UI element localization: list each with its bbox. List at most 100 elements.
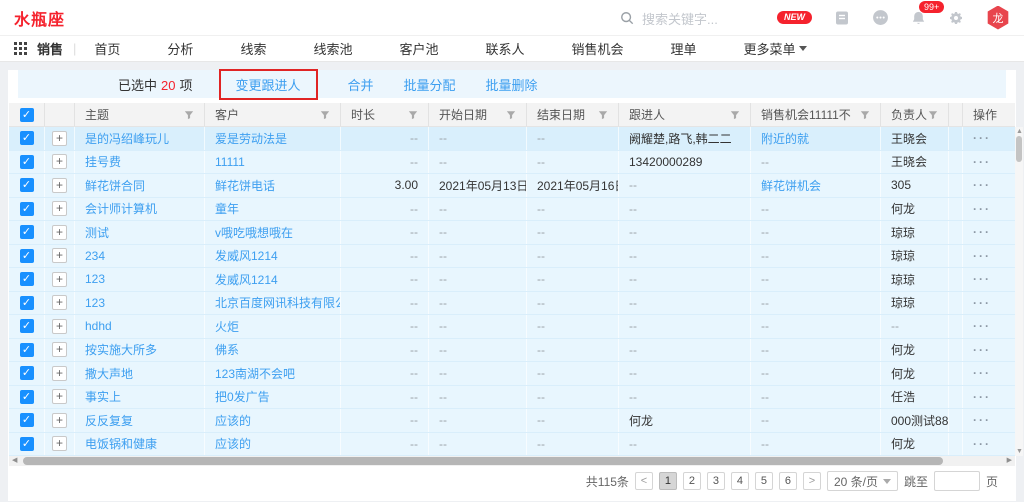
row-checkbox[interactable]: ✓ — [20, 319, 34, 333]
apps-grid-icon[interactable] — [14, 42, 27, 55]
subject-link[interactable]: 电饭锅和健康 — [85, 435, 157, 452]
filter-icon[interactable] — [408, 110, 418, 120]
scroll-left-icon[interactable]: ◀ — [12, 457, 17, 465]
filter-icon[interactable] — [928, 110, 938, 120]
row-actions-button[interactable]: ··· — [973, 390, 991, 404]
chat-icon[interactable] — [872, 9, 889, 26]
row-checkbox[interactable]: ✓ — [20, 202, 34, 216]
opportunity-link[interactable]: 附近的就 — [761, 130, 809, 147]
bell-icon[interactable]: 99+ — [911, 10, 926, 26]
page-button-3[interactable]: 3 — [707, 472, 725, 490]
row-actions-button[interactable]: ··· — [973, 155, 991, 169]
customer-link[interactable]: 佛系 — [215, 341, 239, 358]
row-checkbox[interactable]: ✓ — [20, 249, 34, 263]
subject-link[interactable]: hdhd — [85, 319, 112, 333]
global-search[interactable]: 搜索关键字... — [620, 0, 718, 36]
subject-link[interactable]: 123 — [85, 296, 105, 310]
filter-icon[interactable] — [598, 110, 608, 120]
row-checkbox[interactable]: ✓ — [20, 296, 34, 310]
scroll-right-icon[interactable]: ▶ — [1007, 457, 1012, 465]
row-checkbox[interactable]: ✓ — [20, 178, 34, 192]
row-checkbox[interactable]: ✓ — [20, 272, 34, 286]
subject-link[interactable]: 事实上 — [85, 388, 121, 405]
batch-assign-button[interactable]: 批量分配 — [404, 75, 456, 94]
row-actions-button[interactable]: ··· — [973, 296, 991, 310]
filter-icon[interactable] — [184, 110, 194, 120]
merge-button[interactable]: 合并 — [348, 75, 374, 94]
row-actions-button[interactable]: ··· — [973, 343, 991, 357]
scroll-down-icon[interactable]: ▼ — [1016, 448, 1023, 455]
search-input[interactable]: 搜索关键字... — [642, 9, 718, 28]
change-follower-button[interactable]: 变更跟进人 — [219, 69, 318, 100]
page-button-5[interactable]: 5 — [755, 472, 773, 490]
page-button-4[interactable]: 4 — [731, 472, 749, 490]
expand-row-button[interactable]: + — [52, 389, 67, 404]
column-header-end[interactable]: 结束日期 — [527, 103, 619, 126]
nav-item-7[interactable]: 理单 — [671, 39, 697, 58]
subject-link[interactable]: 测试 — [85, 224, 109, 241]
expand-row-button[interactable]: + — [52, 201, 67, 216]
nav-item-6[interactable]: 销售机会 — [572, 39, 624, 58]
nav-item-2[interactable]: 线索 — [240, 39, 266, 58]
column-header-subject[interactable]: 主题 — [75, 103, 205, 126]
row-checkbox[interactable]: ✓ — [20, 413, 34, 427]
filter-icon[interactable] — [860, 110, 870, 120]
row-actions-button[interactable]: ··· — [973, 225, 991, 239]
row-actions-button[interactable]: ··· — [973, 131, 991, 145]
row-checkbox[interactable]: ✓ — [20, 390, 34, 404]
row-actions-button[interactable]: ··· — [973, 202, 991, 216]
vertical-scrollbar[interactable]: ▲ ▼ — [1015, 127, 1023, 456]
column-header-customer[interactable]: 客户 — [205, 103, 341, 126]
expand-row-button[interactable]: + — [52, 154, 67, 169]
expand-row-button[interactable]: + — [52, 366, 67, 381]
row-actions-button[interactable]: ··· — [973, 437, 991, 451]
customer-link[interactable]: 把0发广告 — [215, 388, 270, 405]
column-header-duration[interactable]: 时长 — [341, 103, 429, 126]
page-button-6[interactable]: 6 — [779, 472, 797, 490]
filter-icon[interactable] — [506, 110, 516, 120]
nav-item-3[interactable]: 线索池 — [313, 39, 352, 58]
nav-item-1[interactable]: 分析 — [167, 39, 193, 58]
customer-link[interactable]: v哦吃哦想哦在 — [215, 224, 293, 241]
subject-link[interactable]: 按实施大所多 — [85, 341, 157, 358]
row-actions-button[interactable]: ··· — [973, 249, 991, 263]
customer-link[interactable]: 火炬 — [215, 318, 239, 335]
subject-link[interactable]: 反反复复 — [85, 412, 133, 429]
customer-link[interactable]: 发威风1214 — [215, 271, 278, 288]
opportunity-link[interactable]: 鲜花饼机会 — [761, 177, 821, 194]
expand-row-button[interactable]: + — [52, 225, 67, 240]
customer-link[interactable]: 123南湖不会吧 — [215, 365, 295, 382]
horizontal-scrollbar[interactable]: ◀ ▶ — [9, 456, 1015, 466]
nav-item-0[interactable]: 首页 — [94, 39, 120, 58]
customer-link[interactable]: 爱是劳动法是 — [215, 130, 287, 147]
customer-link[interactable]: 北京百度网讯科技有限公司 — [215, 294, 341, 311]
notes-icon[interactable] — [834, 10, 850, 26]
page-button-1[interactable]: 1 — [659, 472, 677, 490]
prev-page-button[interactable]: < — [635, 472, 653, 490]
nav-item-5[interactable]: 联系人 — [485, 39, 524, 58]
expand-row-button[interactable]: + — [52, 413, 67, 428]
vertical-scroll-thumb[interactable] — [1016, 136, 1022, 162]
expand-row-button[interactable]: + — [52, 436, 67, 451]
nav-item-more-menu[interactable]: 更多菜单 — [744, 39, 807, 58]
customer-link[interactable]: 童年 — [215, 200, 239, 217]
column-header-owner[interactable]: 负责人 — [881, 103, 949, 126]
row-actions-button[interactable]: ··· — [973, 272, 991, 286]
subject-link[interactable]: 撒大声地 — [85, 365, 133, 382]
avatar[interactable]: 龙 — [986, 6, 1010, 30]
expand-row-button[interactable]: + — [52, 342, 67, 357]
subject-link[interactable]: 鲜花饼合同 — [85, 177, 145, 194]
horizontal-scroll-thumb[interactable] — [23, 457, 943, 465]
subject-link[interactable]: 234 — [85, 249, 105, 263]
customer-link[interactable]: 应该的 — [215, 435, 251, 452]
expand-row-button[interactable]: + — [52, 248, 67, 263]
expand-row-button[interactable]: + — [52, 272, 67, 287]
page-button-2[interactable]: 2 — [683, 472, 701, 490]
subject-link[interactable]: 是的冯绍峰玩儿 — [85, 130, 169, 147]
nav-item-4[interactable]: 客户池 — [399, 39, 438, 58]
jump-page-input[interactable] — [934, 471, 980, 491]
page-size-select[interactable]: 20 条/页 — [827, 471, 898, 491]
row-checkbox[interactable]: ✓ — [20, 437, 34, 451]
row-checkbox[interactable]: ✓ — [20, 343, 34, 357]
scroll-up-icon[interactable]: ▲ — [1016, 128, 1023, 135]
